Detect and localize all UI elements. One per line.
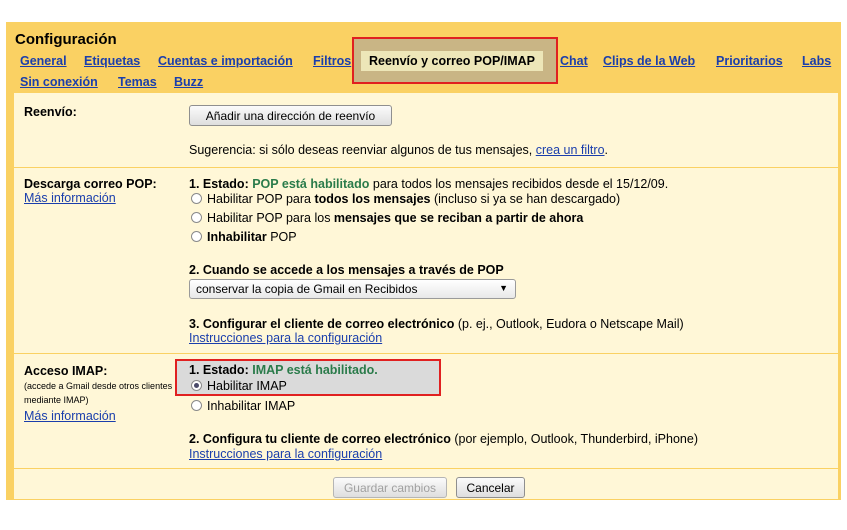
add-forwarding-address-button[interactable]: Añadir una dirección de reenvío: [189, 105, 392, 126]
divider: [14, 167, 838, 168]
radio-icon[interactable]: [191, 231, 202, 242]
tab-filters[interactable]: Filtros: [313, 54, 351, 68]
imap-note: (accede a Gmail desde otros clientes med…: [24, 381, 173, 405]
imap-status: 1. Estado: IMAP está habilitado.: [189, 363, 378, 377]
pop-access-heading: 2. Cuando se accede a los mensajes a tra…: [189, 263, 504, 277]
imap-config-line: 2. Configura tu cliente de correo electr…: [189, 432, 698, 446]
pop-label: Descarga correo POP:: [24, 177, 157, 191]
radio-icon[interactable]: [191, 212, 202, 223]
pop-config-suffix: (p. ej., Outlook, Eudora o Netscape Mail…: [454, 317, 684, 331]
pop-status-suffix: para todos los mensajes recibidos desde …: [369, 177, 669, 191]
pop-status: 1. Estado: POP está habilitado para todo…: [189, 177, 668, 191]
imap-config-heading: 2. Configura tu cliente de correo electr…: [189, 432, 451, 446]
pop-config-heading: 3. Configurar el cliente de correo elect…: [189, 317, 455, 331]
pop-option-disable[interactable]: Inhabilitar POP: [191, 230, 297, 244]
save-changes-button[interactable]: Guardar cambios: [333, 477, 447, 498]
pop-option-all-text: Habilitar POP para: [207, 192, 315, 206]
pop-more-info-link[interactable]: Más información: [24, 191, 116, 205]
pop-status-value: POP está habilitado: [252, 177, 370, 191]
radio-checked-icon[interactable]: [191, 380, 202, 391]
divider: [14, 468, 838, 469]
pop-status-prefix: 1. Estado:: [189, 177, 253, 191]
forwarding-tip-text: Sugerencia: si sólo deseas reenviar algu…: [189, 143, 536, 157]
create-filter-link[interactable]: crea un filtro: [536, 143, 605, 157]
forwarding-label: Reenvío:: [24, 105, 77, 119]
pop-option-disable-bold: Inhabilitar: [207, 230, 267, 244]
imap-config-instructions-link[interactable]: Instrucciones para la configuración: [189, 447, 382, 461]
tab-priority[interactable]: Prioritarios: [716, 54, 783, 68]
tab-general[interactable]: General: [20, 54, 67, 68]
pop-option-new-bold: mensajes que se reciban a partir de ahor…: [333, 211, 584, 225]
forwarding-tip-end: .: [604, 143, 608, 157]
imap-more-info-link[interactable]: Más información: [24, 409, 116, 423]
imap-config-suffix: (por ejemplo, Outlook, Thunderbird, iPho…: [450, 432, 698, 446]
pop-option-all[interactable]: Habilitar POP para todos los mensajes (i…: [191, 192, 620, 206]
pop-option-all-bold: todos los mensajes: [314, 192, 431, 206]
pop-option-new[interactable]: Habilitar POP para los mensajes que se r…: [191, 211, 583, 225]
imap-status-value: IMAP está habilitado.: [252, 363, 378, 377]
dropdown-arrow-icon: ▼: [499, 283, 508, 293]
tab-labels[interactable]: Etiquetas: [84, 54, 140, 68]
pop-option-disable-text: POP: [266, 230, 297, 244]
tab-labs[interactable]: Labs: [802, 54, 831, 68]
imap-status-prefix: 1. Estado:: [189, 363, 253, 377]
imap-option-enable[interactable]: Habilitar IMAP: [191, 379, 287, 393]
pop-access-selected: conservar la copia de Gmail en Recibidos: [196, 282, 418, 296]
page-title: Configuración: [15, 31, 117, 48]
tab-chat[interactable]: Chat: [560, 54, 588, 68]
tab-accounts-import[interactable]: Cuentas e importación: [158, 54, 293, 68]
imap-label: Acceso IMAP:: [24, 364, 108, 378]
pop-config-line: 3. Configurar el cliente de correo elect…: [189, 317, 684, 331]
pop-config-instructions-link[interactable]: Instrucciones para la configuración: [189, 331, 382, 345]
radio-icon[interactable]: [191, 193, 202, 204]
pop-option-all-suffix: (incluso si ya se han descargado): [430, 192, 621, 206]
imap-option-disable[interactable]: Inhabilitar IMAP: [191, 399, 295, 413]
tab-web-clips[interactable]: Clips de la Web: [603, 54, 695, 68]
tab-buzz[interactable]: Buzz: [174, 75, 203, 89]
pop-option-new-text: Habilitar POP para los: [207, 211, 334, 225]
divider: [14, 353, 838, 354]
imap-option-enable-text: Habilitar IMAP: [207, 379, 287, 393]
pop-access-select[interactable]: conservar la copia de Gmail en Recibidos…: [189, 279, 516, 299]
imap-option-disable-text: Inhabilitar IMAP: [207, 399, 296, 413]
cancel-button[interactable]: Cancelar: [456, 477, 525, 498]
radio-icon[interactable]: [191, 400, 202, 411]
tab-offline[interactable]: Sin conexión: [20, 75, 98, 89]
forwarding-tip: Sugerencia: si sólo deseas reenviar algu…: [189, 143, 608, 157]
tab-themes[interactable]: Temas: [118, 75, 157, 89]
tab-forwarding-pop-imap[interactable]: Reenvío y correo POP/IMAP: [361, 51, 544, 71]
